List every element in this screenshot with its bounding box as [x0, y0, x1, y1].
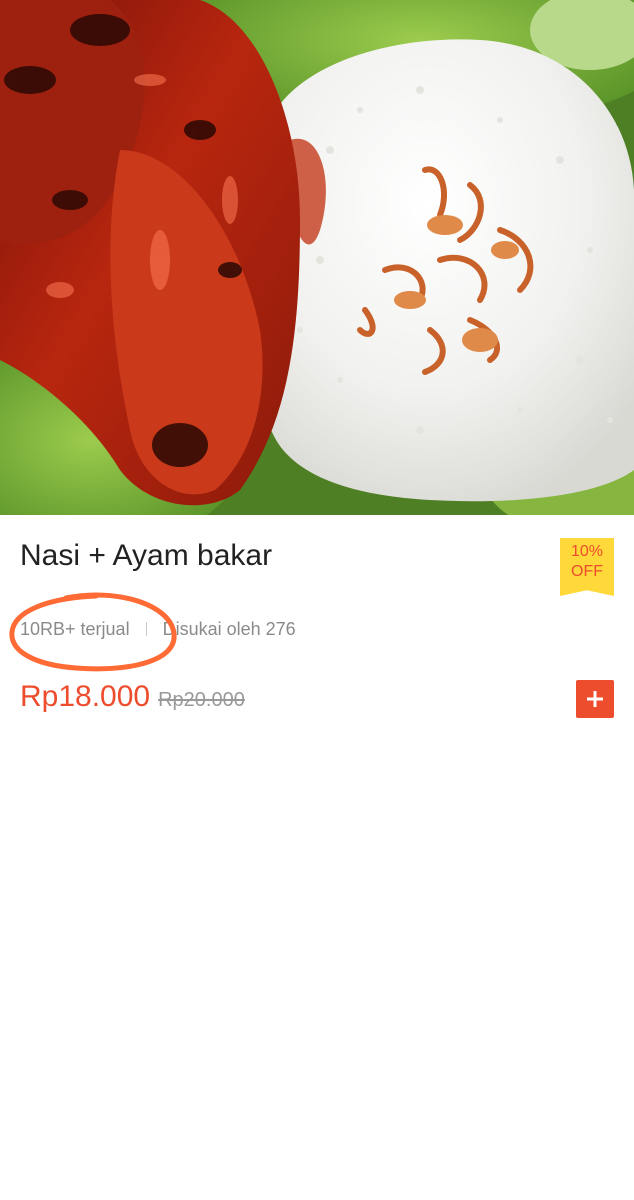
- price-current: Rp18.000: [20, 680, 151, 713]
- price-row: Rp18.000 Rp20.000: [20, 680, 245, 714]
- product-title: Nasi + Ayam bakar: [20, 539, 273, 572]
- product-detail-page: Nasi + Ayam bakar 10% OFF 10RB+ terjual …: [0, 0, 634, 1200]
- discount-badge: 10% OFF: [560, 538, 614, 596]
- plus-icon: [587, 691, 603, 707]
- price-original: Rp20.000: [158, 689, 245, 711]
- product-stats: 10RB+ terjual Disukai oleh 276: [20, 618, 296, 640]
- add-to-cart-button[interactable]: [576, 680, 614, 718]
- stats-divider: [145, 622, 147, 636]
- product-image[interactable]: [0, 0, 634, 515]
- discount-off-label: OFF: [571, 563, 603, 580]
- sold-count: 10RB+ terjual: [20, 619, 130, 639]
- discount-percent: 10%: [570, 543, 604, 560]
- like-count: Disukai oleh 276: [162, 619, 296, 639]
